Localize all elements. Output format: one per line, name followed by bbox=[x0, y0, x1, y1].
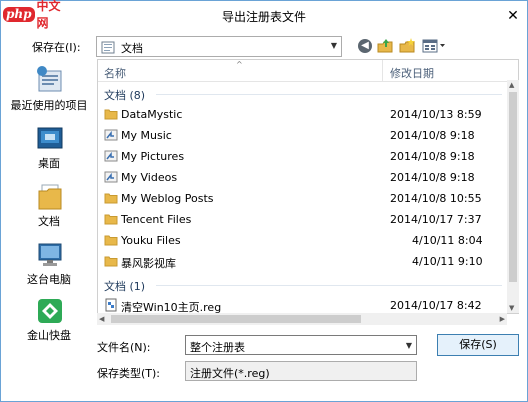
vertical-scrollbar[interactable]: ▲ ▼ bbox=[507, 80, 519, 313]
place-desktop[interactable]: 桌面 bbox=[3, 123, 95, 179]
item-date: 2014/10/17 8:42 bbox=[390, 299, 482, 312]
item-date: 4/10/11 9:10 bbox=[412, 255, 483, 268]
column-header-date[interactable]: 修改日期 bbox=[390, 65, 434, 81]
group-header[interactable]: 文档 (1) bbox=[104, 278, 145, 294]
list-item[interactable]: 暴风影视库 4/10/11 9:10 bbox=[98, 251, 508, 272]
folder-shortcut-icon bbox=[104, 171, 118, 183]
places-bar: 最近使用的项目 桌面 文档 这台电脑 金山快盘 bbox=[3, 63, 95, 353]
documents-icon bbox=[101, 41, 115, 54]
item-name: My Pictures bbox=[121, 150, 185, 163]
chevron-down-icon[interactable]: ▼ bbox=[406, 341, 412, 350]
place-label: 这台电脑 bbox=[27, 273, 71, 286]
new-folder-icon bbox=[399, 38, 415, 53]
folder-icon bbox=[104, 214, 118, 225]
up-folder-button[interactable] bbox=[375, 36, 395, 56]
item-name: DataMystic bbox=[121, 108, 183, 121]
item-date: 4/10/11 8:04 bbox=[412, 234, 483, 247]
item-name: My Music bbox=[121, 129, 172, 142]
folder-icon bbox=[104, 256, 118, 267]
scroll-left-icon[interactable]: ◀ bbox=[99, 315, 104, 323]
item-name: Youku Files bbox=[121, 234, 181, 247]
place-kuaipan[interactable]: 金山快盘 bbox=[3, 297, 95, 353]
item-date: 2014/10/13 8:59 bbox=[390, 108, 482, 121]
title-bar: php 中文网 导出注册表文件 ✕ bbox=[1, 0, 527, 31]
place-recent[interactable]: 最近使用的项目 bbox=[3, 63, 95, 119]
location-toolbar: 保存在(I): 文档 ▼ ◀ bbox=[1, 35, 527, 59]
folder-shortcut-icon bbox=[104, 129, 118, 141]
scroll-up-icon[interactable]: ▲ bbox=[509, 81, 514, 89]
item-name: 清空Win10主页.reg bbox=[121, 301, 222, 314]
column-header-row: ^ 名称 修改日期 bbox=[98, 60, 518, 82]
list-item[interactable]: My Pictures 2014/10/8 9:18 bbox=[98, 146, 508, 167]
documents-library-icon bbox=[38, 184, 62, 210]
item-name: My Videos bbox=[121, 171, 178, 184]
filename-value: 整个注册表 bbox=[190, 341, 245, 354]
filename-label: 文件名(N): bbox=[97, 341, 151, 354]
chevron-down-icon: ▼ bbox=[330, 41, 337, 50]
back-button[interactable]: ◀ bbox=[355, 36, 375, 56]
save-button[interactable]: 保存(S) bbox=[437, 334, 519, 356]
horizontal-scrollbar[interactable]: ◀ ▶ bbox=[97, 313, 507, 325]
kuaipan-icon bbox=[38, 299, 62, 323]
view-grid-icon bbox=[422, 39, 445, 53]
item-date: 2014/10/8 9:18 bbox=[390, 150, 475, 163]
vertical-scroll-thumb[interactable] bbox=[509, 92, 517, 282]
folder-icon bbox=[104, 109, 118, 120]
location-dropdown[interactable]: 文档 ▼ bbox=[96, 36, 342, 57]
item-date: 2014/10/8 9:18 bbox=[390, 129, 475, 142]
item-name: 暴风影视库 bbox=[121, 257, 176, 270]
scroll-down-icon[interactable]: ▼ bbox=[509, 304, 514, 312]
item-date: 2014/10/8 9:18 bbox=[390, 171, 475, 184]
column-divider[interactable] bbox=[382, 60, 383, 82]
folder-shortcut-icon bbox=[104, 150, 118, 162]
item-date: 2014/10/8 10:55 bbox=[390, 192, 482, 205]
new-folder-button[interactable] bbox=[397, 36, 417, 56]
sort-ascending-icon: ^ bbox=[236, 60, 243, 69]
item-date: 2014/10/17 7:37 bbox=[390, 213, 482, 226]
group-header[interactable]: 文档 (8) bbox=[104, 87, 145, 103]
group-divider bbox=[156, 285, 502, 286]
desktop-icon bbox=[37, 127, 63, 149]
list-item[interactable]: My Videos 2014/10/8 9:18 bbox=[98, 167, 508, 188]
recent-places-icon bbox=[37, 66, 62, 92]
group-divider bbox=[156, 94, 502, 95]
item-name: My Weblog Posts bbox=[121, 192, 214, 205]
window-title: 导出注册表文件 bbox=[221, 10, 306, 24]
place-label: 桌面 bbox=[38, 157, 60, 170]
folder-icon bbox=[104, 193, 118, 204]
place-this-pc[interactable]: 这台电脑 bbox=[3, 239, 95, 295]
item-name: Tencent Files bbox=[121, 213, 192, 226]
folder-icon bbox=[104, 235, 118, 246]
file-list[interactable]: ^ 名称 修改日期 文档 (8) DataMystic 2014/10/13 8… bbox=[97, 59, 519, 314]
list-item[interactable]: My Music 2014/10/8 9:18 bbox=[98, 125, 508, 146]
place-label: 文档 bbox=[38, 215, 60, 228]
this-pc-icon bbox=[38, 243, 62, 266]
place-label: 金山快盘 bbox=[27, 329, 71, 342]
view-menu-button[interactable] bbox=[421, 36, 447, 56]
horizontal-scroll-thumb[interactable] bbox=[111, 315, 361, 323]
save-in-label: 保存在(I): bbox=[32, 41, 81, 54]
column-header-name[interactable]: 名称 bbox=[104, 65, 126, 81]
list-item[interactable]: 清空Win10主页.reg 2014/10/17 8:42 bbox=[98, 295, 508, 314]
list-item[interactable]: DataMystic 2014/10/13 8:59 bbox=[98, 104, 508, 125]
scroll-right-icon[interactable]: ▶ bbox=[500, 315, 505, 323]
savetype-label: 保存类型(T): bbox=[97, 367, 161, 380]
list-item[interactable]: Youku Files 4/10/11 8:04 bbox=[98, 230, 508, 251]
filename-field[interactable]: 整个注册表 ▼ bbox=[185, 335, 417, 355]
savetype-value: 注册文件(*.reg) bbox=[190, 367, 270, 380]
location-value: 文档 bbox=[121, 42, 143, 55]
list-item[interactable]: Tencent Files 2014/10/17 7:37 bbox=[98, 209, 508, 230]
place-documents[interactable]: 文档 bbox=[3, 181, 95, 237]
back-arrow-icon: ◀ bbox=[358, 39, 372, 53]
list-item[interactable]: My Weblog Posts 2014/10/8 10:55 bbox=[98, 188, 508, 209]
export-registry-dialog: php 中文网 导出注册表文件 ✕ 保存在(I): 文档 ▼ ◀ 最近使用的项目… bbox=[0, 0, 528, 402]
reg-file-icon bbox=[105, 298, 117, 312]
place-label: 最近使用的项目 bbox=[10, 99, 88, 112]
close-button[interactable]: ✕ bbox=[503, 7, 523, 25]
savetype-dropdown[interactable]: 注册文件(*.reg) bbox=[185, 361, 417, 381]
up-folder-icon bbox=[377, 39, 393, 53]
